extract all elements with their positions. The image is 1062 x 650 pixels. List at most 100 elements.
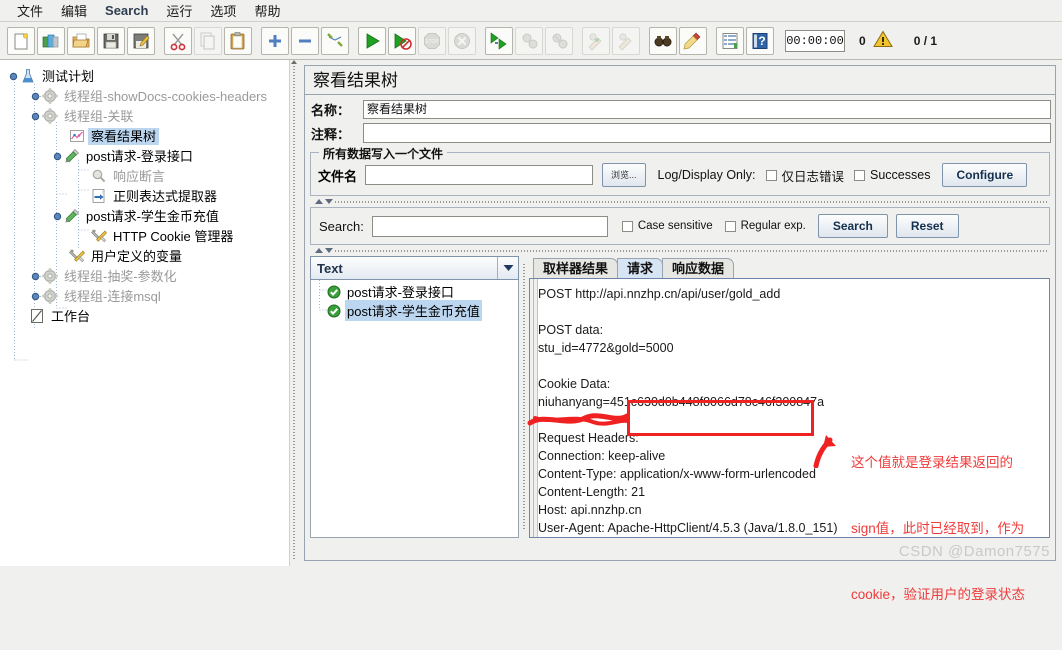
name-input[interactable]: 察看结果树 — [363, 99, 1051, 119]
tree-node-thread-group-showdocs[interactable]: 线程组-showDocs-cookies-headers — [0, 86, 289, 106]
checkbox-box[interactable] — [724, 220, 736, 232]
active-threads-count: 0 / 1 — [913, 33, 938, 48]
request-content-area[interactable]: POST http://api.nnzhp.cn/api/user/gold_a… — [529, 278, 1050, 538]
tree-expand-handle[interactable] — [30, 111, 41, 122]
menu-item-help[interactable]: 帮助 — [245, 0, 289, 22]
list-item[interactable]: post请求-学生金币充值 — [311, 300, 518, 321]
shutdown-remote-icon[interactable] — [545, 26, 573, 55]
checkbox-box[interactable] — [854, 169, 866, 181]
tree-expand-handle[interactable] — [30, 271, 41, 282]
help-icon[interactable]: ? — [746, 26, 774, 55]
divider-up-icon[interactable] — [315, 199, 323, 204]
configure-button[interactable]: Configure — [942, 163, 1028, 187]
search-label: Search: — [319, 218, 364, 234]
tab-response-data[interactable]: 响应数据 — [662, 258, 735, 278]
workbench-icon — [28, 308, 45, 325]
shutdown-icon[interactable] — [448, 26, 476, 55]
save-icon[interactable] — [97, 26, 125, 55]
start-remote-icon[interactable] — [485, 26, 513, 55]
search-input[interactable] — [371, 215, 608, 237]
tree-node-post-login[interactable]: post请求-登录接口 — [0, 146, 289, 166]
tree-node-thread-group-guanlian[interactable]: 线程组-关联 — [0, 106, 289, 126]
clear-icon[interactable] — [582, 26, 610, 55]
copy-icon[interactable] — [194, 26, 222, 55]
section-divider-1[interactable] — [309, 198, 1051, 207]
comment-input[interactable] — [363, 123, 1051, 143]
result-tabs: 取样器结果 请求 响应数据 — [529, 256, 1050, 278]
successes-checkbox[interactable]: Successes — [854, 168, 930, 182]
stop-remote-icon[interactable] — [515, 26, 543, 55]
start-no-pauses-icon[interactable] — [388, 26, 416, 55]
divider-down-icon[interactable] — [325, 199, 333, 204]
reset-search-icon[interactable] — [679, 26, 707, 55]
save-as-icon[interactable] — [127, 26, 155, 55]
request-line: Cookie Data: — [538, 377, 611, 391]
divider-up-icon[interactable] — [315, 248, 323, 253]
reset-button[interactable]: Reset — [895, 214, 959, 238]
expand-icon[interactable] — [261, 26, 289, 55]
regular-exp-checkbox[interactable]: Regular exp. — [724, 220, 806, 232]
toggle-icon[interactable] — [321, 26, 349, 55]
renderer-select[interactable]: Text — [310, 256, 519, 280]
request-line — [538, 357, 1049, 375]
tree-node-thread-group-mysql[interactable]: 线程组-连接msql — [0, 286, 289, 306]
tree-node-test-plan[interactable]: 测试计划 — [0, 66, 289, 86]
paste-icon[interactable] — [224, 26, 252, 55]
list-guide-lines — [319, 280, 327, 311]
new-icon[interactable] — [7, 26, 35, 55]
tree-node-label: 线程组-关联 — [64, 108, 134, 124]
menu-item-search[interactable]: Search — [96, 1, 157, 20]
tree-expand-handle[interactable] — [52, 211, 63, 222]
divider-down-icon[interactable] — [325, 248, 333, 253]
write-all-data-to-file-group: 所有数据写入一个文件 文件名 浏览... Log/Display Only: 仅… — [310, 145, 1050, 196]
tree-expand-handle[interactable] — [52, 151, 63, 162]
tree-node-regex-extractor[interactable]: 正则表达式提取器 — [0, 186, 289, 206]
tree-node-view-results-tree[interactable]: 察看结果树 — [0, 126, 289, 146]
warning-icon[interactable] — [872, 29, 894, 52]
tree-node-label: 测试计划 — [42, 68, 95, 84]
tree-node-thread-group-choujiang[interactable]: 线程组-抽奖-参数化 — [0, 266, 289, 286]
collapse-icon[interactable] — [291, 26, 319, 55]
cut-icon[interactable] — [164, 26, 192, 55]
list-item-label: post请求-学生金币充值 — [345, 300, 482, 321]
errors-checkbox[interactable]: 仅日志错误 — [765, 166, 844, 185]
split-collapse-icon[interactable] — [291, 60, 297, 64]
stop-icon[interactable]: STOP — [418, 26, 446, 55]
split-grip — [293, 66, 295, 560]
tree-node-response-assertion[interactable]: 响应断言 — [0, 166, 289, 186]
checkbox-box[interactable] — [765, 169, 777, 181]
menu-item-run[interactable]: 运行 — [157, 0, 201, 22]
list-item[interactable]: post请求-登录接口 — [311, 282, 518, 301]
log-display-only-label: Log/Display Only: — [657, 168, 756, 182]
chevron-down-icon[interactable] — [497, 257, 518, 279]
search-button[interactable]: Search — [817, 214, 888, 238]
start-icon[interactable] — [358, 26, 386, 55]
tree-expand-handle[interactable] — [30, 91, 41, 102]
tab-sampler-result[interactable]: 取样器结果 — [533, 258, 619, 278]
test-plan-tree[interactable]: 测试计划 线程组-showDocs-cookies-headers 线程组-关联… — [0, 60, 289, 566]
case-sensitive-checkbox[interactable]: Case sensitive — [621, 220, 713, 232]
tree-node-user-defined-variables[interactable]: 用户定义的变量 — [0, 246, 289, 266]
templates-icon[interactable] — [37, 26, 65, 55]
search-icon[interactable] — [649, 26, 677, 55]
tree-node-http-cookie-manager[interactable]: HTTP Cookie 管理器 — [0, 226, 289, 246]
view-results-tree-panel: 察看结果树 名称： 察看结果树 注释： 所有数据写入一个文件 文件名 浏览... — [299, 60, 1062, 566]
results-split-divider[interactable] — [519, 256, 529, 538]
filename-input[interactable] — [365, 165, 594, 185]
tree-expand-handle[interactable] — [30, 291, 41, 302]
menu-item-options[interactable]: 选项 — [201, 0, 245, 22]
sampler-result-list[interactable]: post请求-登录接口 post请求-学生金币充值 — [310, 280, 519, 538]
clear-all-icon[interactable] — [612, 26, 640, 55]
function-helper-icon[interactable] — [716, 26, 744, 55]
menu-item-edit[interactable]: 编辑 — [52, 0, 96, 22]
tree-node-post-gold[interactable]: post请求-学生金币充值 — [0, 206, 289, 226]
section-divider-2[interactable] — [309, 247, 1051, 256]
tree-expand-handle[interactable] — [8, 71, 19, 82]
open-icon[interactable] — [67, 26, 95, 55]
tab-request[interactable]: 请求 — [617, 258, 664, 278]
menu-item-file[interactable]: 文件 — [8, 0, 52, 22]
browse-button[interactable]: 浏览... — [602, 163, 646, 187]
checkbox-box[interactable] — [621, 220, 633, 232]
results-right-column: 取样器结果 请求 响应数据 POST http://api.nnzhp.cn/a… — [529, 256, 1050, 538]
tree-node-workbench[interactable]: 工作台 — [0, 306, 289, 326]
